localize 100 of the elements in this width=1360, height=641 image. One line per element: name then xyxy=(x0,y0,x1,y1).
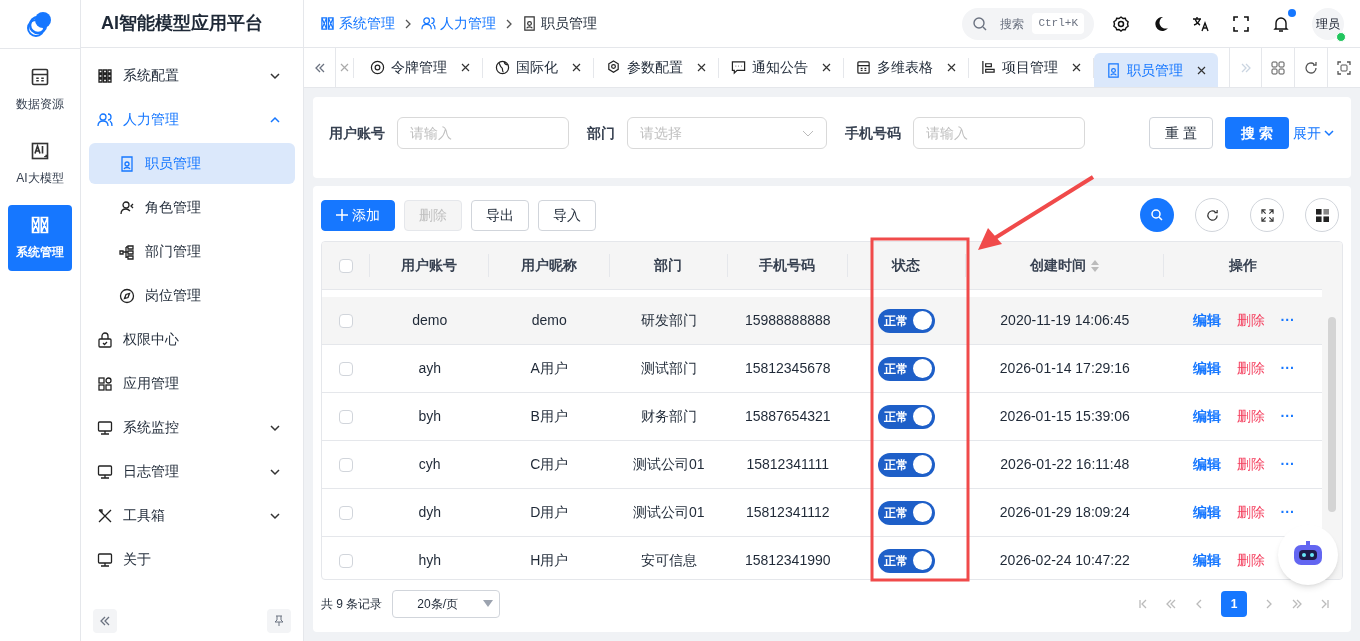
close-icon[interactable] xyxy=(697,63,706,72)
toolbar-button[interactable]: 添加 xyxy=(321,199,395,231)
grid-icon xyxy=(320,16,335,31)
checkbox[interactable] xyxy=(339,313,354,328)
table-cell-text: H用户 xyxy=(530,551,569,570)
close-icon[interactable] xyxy=(1072,63,1081,72)
column-header: 状态 xyxy=(892,256,921,275)
delete-link[interactable]: 删除 xyxy=(1236,310,1265,331)
status-switch[interactable]: 正常 xyxy=(878,404,936,429)
table-cell-text: byh xyxy=(418,407,441,426)
delete-link[interactable]: 删除 xyxy=(1236,454,1265,475)
breadcrumb-link[interactable]: 系统管理 xyxy=(320,13,395,34)
moon-icon[interactable] xyxy=(1152,14,1170,33)
table-cell-text: 2026-01-14 17:29:16 xyxy=(999,359,1130,378)
edit-link[interactable]: 编辑 xyxy=(1192,406,1221,427)
sidebar-item[interactable]: 工具箱 xyxy=(89,495,295,536)
plus-icon xyxy=(336,209,348,221)
tab[interactable]: 国际化 xyxy=(483,57,594,78)
tab[interactable]: 参数配置 xyxy=(594,57,719,78)
more-link[interactable]: ··· xyxy=(1280,310,1295,331)
table-cell-text: 2026-01-15 15:39:06 xyxy=(999,407,1130,426)
sidebar-item[interactable]: 角色管理 xyxy=(89,187,295,228)
status-switch[interactable]: 正常 xyxy=(878,452,936,477)
rail-item[interactable]: 数据资源 xyxy=(8,57,72,123)
more-link[interactable]: ··· xyxy=(1280,406,1295,427)
status-switch[interactable]: 正常 xyxy=(878,356,936,381)
checkbox[interactable] xyxy=(339,505,354,520)
table-cell-text: 2026-01-29 18:09:24 xyxy=(999,503,1130,522)
pin-icon xyxy=(273,615,285,627)
checkbox[interactable] xyxy=(338,258,353,273)
more-link[interactable]: ··· xyxy=(1280,502,1295,523)
settings-icon[interactable] xyxy=(1112,14,1130,33)
collapse-button[interactable] xyxy=(93,609,117,633)
more-link[interactable]: ··· xyxy=(1280,454,1295,475)
breadcrumb-link[interactable]: 人力管理 xyxy=(421,13,496,34)
sidebar-item[interactable]: 权限中心 xyxy=(89,319,295,360)
table-cell-text: 研发部门 xyxy=(640,311,697,330)
delete-link[interactable]: 删除 xyxy=(1236,406,1265,427)
breadcrumb-link[interactable]: 职员管理 xyxy=(522,13,597,34)
maximize-icon[interactable] xyxy=(1337,60,1351,75)
close-icon[interactable] xyxy=(572,63,581,72)
close-icon[interactable] xyxy=(1197,65,1206,75)
expand-link[interactable]: 展开 xyxy=(1293,117,1335,149)
sidebar-item[interactable]: 系统配置 xyxy=(89,55,295,96)
status-switch[interactable]: 正常 xyxy=(878,308,936,333)
sidebar-item[interactable]: 系统监控 xyxy=(89,407,295,448)
page-button[interactable]: 1 xyxy=(1221,591,1247,617)
rail-item[interactable]: AI大模型 xyxy=(8,131,72,197)
reset-button[interactable]: 重 置 xyxy=(1149,117,1214,149)
table-cell-text: 15887654321 xyxy=(744,407,831,426)
close-icon[interactable] xyxy=(822,63,831,72)
search-field[interactable]: 搜索 Ctrl+K xyxy=(962,7,1094,40)
edit-link[interactable]: 编辑 xyxy=(1192,502,1221,523)
bell-icon[interactable] xyxy=(1272,14,1290,33)
edit-link[interactable]: 编辑 xyxy=(1192,358,1221,379)
search-button[interactable]: 搜 索 xyxy=(1225,117,1289,149)
edit-link[interactable]: 编辑 xyxy=(1192,550,1221,571)
scrollbar-thumb[interactable] xyxy=(1328,317,1336,512)
more-link[interactable]: ··· xyxy=(1280,358,1295,379)
search-button[interactable] xyxy=(1140,198,1174,232)
table-cell-text: A用户 xyxy=(530,359,568,378)
checkbox[interactable] xyxy=(339,457,354,472)
sidebar-item[interactable]: 部门管理 xyxy=(89,231,295,272)
grid-icon[interactable] xyxy=(1271,60,1285,75)
close-icon[interactable] xyxy=(461,63,470,72)
close-icon[interactable] xyxy=(947,63,956,72)
status-switch[interactable]: 正常 xyxy=(878,548,936,573)
users-icon xyxy=(421,16,436,31)
delete-link[interactable]: 删除 xyxy=(1236,502,1265,523)
rail-item[interactable]: 系统管理 xyxy=(8,205,72,271)
sidebar-item[interactable]: 职员管理 xyxy=(89,143,295,184)
sidebar-item[interactable]: 应用管理 xyxy=(89,363,295,404)
table-cell-text: B用户 xyxy=(530,407,568,426)
checkbox[interactable] xyxy=(339,409,354,424)
avatar[interactable]: 理员 xyxy=(1312,7,1344,40)
page-size-select[interactable]: 20条/页 xyxy=(392,590,501,618)
sidebar-item[interactable]: 岗位管理 xyxy=(89,275,295,316)
delete-link[interactable]: 删除 xyxy=(1236,550,1265,571)
chevron-icon xyxy=(504,18,514,29)
tab[interactable]: 令牌管理 xyxy=(358,57,483,78)
sidebar-item[interactable]: 人力管理 xyxy=(89,99,295,140)
edit-link[interactable]: 编辑 xyxy=(1192,310,1221,331)
fullscreen-icon[interactable] xyxy=(1232,14,1250,33)
refresh-icon[interactable] xyxy=(1304,60,1318,75)
column-header: 手机号码 xyxy=(759,256,816,275)
delete-link[interactable]: 删除 xyxy=(1236,358,1265,379)
table-icon xyxy=(30,67,50,87)
translate-icon[interactable] xyxy=(1192,14,1210,33)
sidebar-item[interactable]: 日志管理 xyxy=(89,451,295,492)
tab[interactable]: 多维表格 xyxy=(844,57,969,78)
edit-link[interactable]: 编辑 xyxy=(1192,454,1221,475)
checkbox[interactable] xyxy=(339,553,354,568)
toolbar-button[interactable]: 导出 xyxy=(471,199,529,231)
sidebar-item[interactable]: 关于 xyxy=(89,539,295,580)
toolbar-button[interactable]: 导入 xyxy=(538,199,596,231)
tab[interactable]: 通知公告 xyxy=(719,57,844,78)
tab[interactable]: 职员管理 xyxy=(1094,53,1218,87)
checkbox[interactable] xyxy=(339,361,354,376)
status-switch[interactable]: 正常 xyxy=(878,500,936,525)
scroll-left-icon[interactable] xyxy=(313,61,326,74)
